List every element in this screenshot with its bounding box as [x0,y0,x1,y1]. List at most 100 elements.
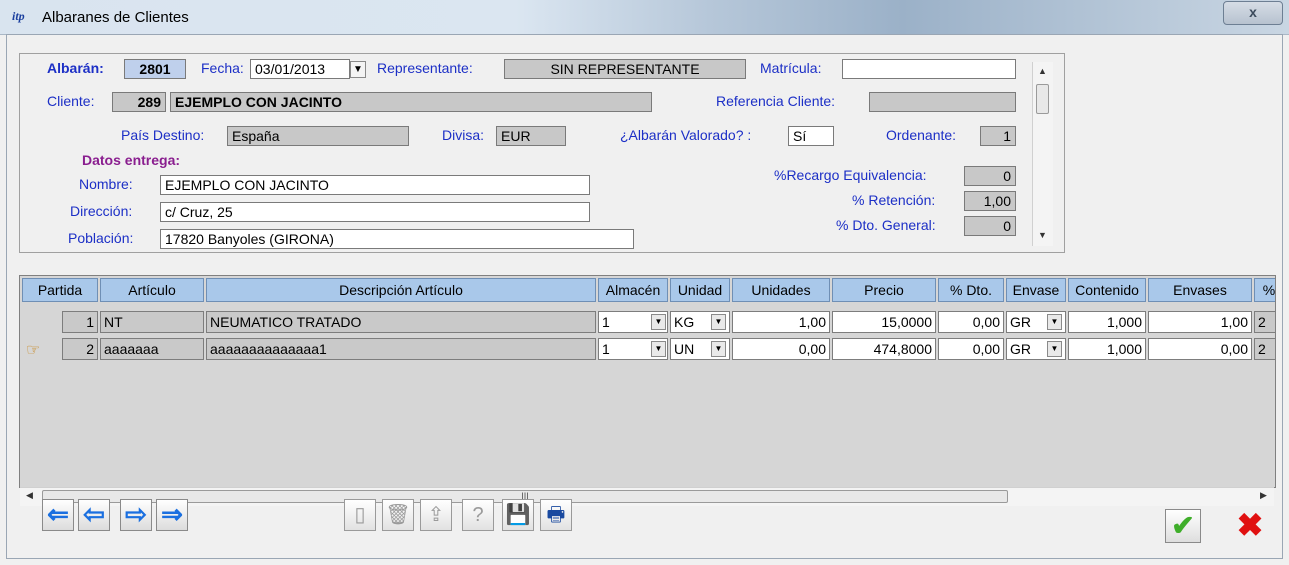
cell-descripcion[interactable]: aaaaaaaaaaaaaa1 [206,338,596,360]
cliente-name-field[interactable]: EJEMPLO CON JACINTO [170,92,652,112]
dto-general-field[interactable]: 0 [964,216,1016,236]
save-icon: 💾 [505,504,531,526]
cell-articulo[interactable]: aaaaaaa [100,338,204,360]
cell-pct[interactable]: 2 [1254,311,1275,333]
scroll-up-icon[interactable]: ▲ [1038,66,1047,76]
title-bar: itp Albaranes de Clientes x [0,0,1289,35]
column-header-contenido[interactable]: Contenido [1068,278,1146,302]
cell-unidad[interactable]: KG ▼ [670,311,730,333]
matricula-field[interactable] [842,59,1016,79]
cell-unidades[interactable]: 0,00 [732,338,830,360]
cell-unidades[interactable]: 1,00 [732,311,830,333]
cell-precio[interactable]: 15,0000 [832,311,936,333]
divisa-label: Divisa: [442,127,485,143]
delete-button[interactable]: 🗑 [382,499,414,531]
albaran-label: Albarán: [47,60,104,76]
cell-articulo[interactable]: NT [100,311,204,333]
nombre-field[interactable]: EJEMPLO CON JACINTO [160,175,590,195]
column-header-precio[interactable]: Precio [832,278,936,302]
column-header-articulo[interactable]: Artículo [100,278,204,302]
cell-contenido[interactable]: 1,000 [1068,338,1146,360]
first-record-button[interactable]: ⇐ [42,499,74,531]
cancel-button[interactable]: ✖ [1232,509,1268,543]
cliente-label: Cliente: [47,93,95,109]
cliente-code-field[interactable]: 289 [112,92,166,112]
chevron-down-icon[interactable]: ▼ [1047,341,1062,357]
poblacion-label: Población: [68,230,134,246]
close-button[interactable]: x [1223,1,1283,25]
cell-partida[interactable]: 1 [62,311,98,333]
cell-unidad[interactable]: UN ▼ [670,338,730,360]
cell-envase-value: GR [1010,341,1031,357]
chevron-down-icon[interactable]: ▼ [350,61,366,78]
cell-envases[interactable]: 0,00 [1148,338,1252,360]
cell-envase-value: GR [1010,314,1031,330]
new-document-icon: ▯ [354,504,366,526]
cell-dto[interactable]: 0,00 [938,311,1004,333]
cell-contenido[interactable]: 1,000 [1068,311,1146,333]
scroll-down-icon[interactable]: ▼ [1038,230,1047,240]
column-header-descripcion[interactable]: Descripción Artículo [206,278,596,302]
cell-envases[interactable]: 1,00 [1148,311,1252,333]
cell-almacen[interactable]: 1 ▼ [598,338,668,360]
cell-partida[interactable]: 2 [62,338,98,360]
save-button[interactable]: 💾 [502,499,534,531]
help-icon: ? [472,504,484,526]
retencion-label: % Retención: [852,192,936,208]
previous-record-icon: ⇦ [83,499,105,529]
new-document-button[interactable]: ▯ [344,499,376,531]
cell-envase[interactable]: GR ▼ [1006,311,1066,333]
retencion-field[interactable]: 1,00 [964,191,1016,211]
accept-button[interactable]: ✔ [1165,509,1201,543]
column-header-unidades[interactable]: Unidades [732,278,830,302]
column-header-dto[interactable]: % Dto. [938,278,1004,302]
column-header-envase[interactable]: Envase [1006,278,1066,302]
representante-field[interactable]: SIN REPRESENTANTE [504,59,746,79]
column-header-envases[interactable]: Envases [1148,278,1252,302]
valorado-field[interactable]: Sí [788,126,834,146]
referencia-field[interactable] [869,92,1016,112]
divisa-field[interactable]: EUR [496,126,566,146]
print-button[interactable]: 🖶 [540,499,572,531]
ordenante-label: Ordenante: [886,127,957,143]
ordenante-field[interactable]: 1 [980,126,1016,146]
valorado-label: ¿Albarán Valorado? : [620,127,752,143]
cell-almacen-value: 1 [602,341,610,357]
fecha-field[interactable]: 03/01/2013 [250,59,350,79]
help-button[interactable]: ? [462,499,494,531]
cell-descripcion[interactable]: NEUMATICO TRATADO [206,311,596,333]
direccion-field[interactable]: c/ Cruz, 25 [160,202,590,222]
column-header-partida[interactable]: Partida [22,278,98,302]
scroll-left-icon[interactable]: ◀ [26,490,33,501]
chevron-down-icon[interactable]: ▼ [711,341,726,357]
fecha-label: Fecha: [201,60,244,76]
albaran-field[interactable]: 2801 [124,59,186,79]
header-vertical-scrollbar[interactable]: ▲ ▼ [1032,62,1053,246]
cell-dto[interactable]: 0,00 [938,338,1004,360]
cell-envase[interactable]: GR ▼ [1006,338,1066,360]
recargo-field[interactable]: 0 [964,166,1016,186]
previous-record-button[interactable]: ⇦ [78,499,110,531]
cell-almacen[interactable]: 1 ▼ [598,311,668,333]
scroll-right-icon[interactable]: ▶ [1260,490,1267,501]
upload-button[interactable]: ⇪ [420,499,452,531]
cell-pct[interactable]: 2 [1254,338,1275,360]
column-header-unidad[interactable]: Unidad [670,278,730,302]
cell-precio[interactable]: 474,8000 [832,338,936,360]
main-frame: Albarán: 2801 Fecha: 03/01/2013 ▼ Repres… [6,34,1283,559]
window-title: Albaranes de Clientes [42,9,189,26]
grid-horizontal-scrollbar[interactable]: ◀ III ▶ [20,487,1274,506]
chevron-down-icon[interactable]: ▼ [711,314,726,330]
scrollbar-thumb[interactable] [1036,84,1049,114]
last-record-button[interactable]: ⇒ [156,499,188,531]
chevron-down-icon[interactable]: ▼ [651,341,666,357]
column-header-almacen[interactable]: Almacén [598,278,668,302]
next-record-button[interactable]: ⇨ [120,499,152,531]
pais-field[interactable]: España [227,126,409,146]
current-row-pointer-icon: ☞ [26,342,41,359]
column-header-pct[interactable]: % [1254,278,1275,302]
poblacion-field[interactable]: 17820 Banyoles (GIRONA) [160,229,634,249]
chevron-down-icon[interactable]: ▼ [651,314,666,330]
dto-general-label: % Dto. General: [836,217,936,233]
chevron-down-icon[interactable]: ▼ [1047,314,1062,330]
